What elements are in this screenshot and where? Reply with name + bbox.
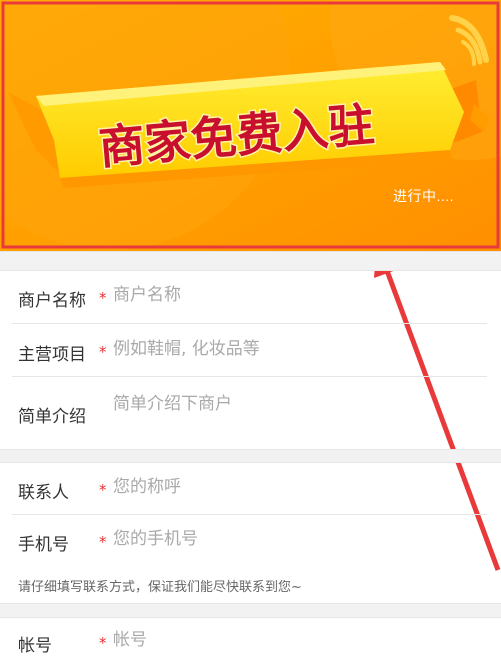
required-mark: * [99, 634, 107, 652]
account-input[interactable] [113, 630, 483, 650]
account-row: 帐号 * [0, 618, 501, 663]
phone-label: 手机号 [18, 535, 69, 555]
merchant-name-input[interactable] [113, 285, 483, 305]
contact-row: 联系人 * [0, 463, 501, 515]
main-business-input[interactable] [113, 339, 483, 359]
main-business-row: 主营项目 * [0, 324, 501, 377]
description-row: 简单介绍 [0, 377, 501, 449]
description-label: 简单介绍 [18, 407, 86, 427]
section-gap [0, 603, 501, 618]
contact-hint-row: 请仔细填写联系方式，保证我们能尽快联系到您~ [0, 567, 501, 603]
required-mark: * [99, 289, 107, 307]
phone-input[interactable] [113, 529, 483, 549]
contact-label: 联系人 [18, 483, 69, 503]
merchant-signup-page: 商家免费入驻 进行中.... 商户名称 * 主营项目 * 简单介绍 联系人 * [0, 0, 501, 663]
phone-row: 手机号 * [0, 515, 501, 567]
merchant-name-label: 商户名称 [18, 291, 86, 311]
main-business-label: 主营项目 [18, 345, 86, 365]
banner-status: 进行中.... [393, 188, 455, 204]
required-mark: * [99, 533, 107, 551]
contact-hint-text: 请仔细填写联系方式，保证我们能尽快联系到您~ [18, 580, 302, 595]
required-mark: * [99, 343, 107, 361]
contact-input[interactable] [113, 477, 483, 497]
section-gap [0, 449, 501, 463]
required-mark: * [99, 481, 107, 499]
merchant-name-row: 商户名称 * [0, 271, 501, 324]
banner-graphic: 商家免费入驻 [0, 0, 501, 251]
account-label: 帐号 [18, 636, 52, 656]
promo-banner[interactable]: 商家免费入驻 进行中.... [0, 0, 501, 251]
section-gap [0, 251, 501, 271]
description-textarea[interactable] [113, 389, 483, 429]
